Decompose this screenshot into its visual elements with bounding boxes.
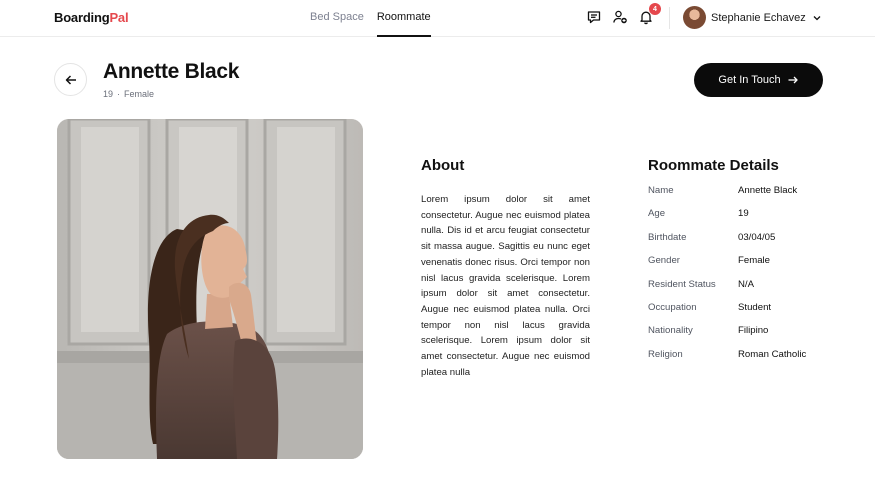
header-actions: 4 (586, 3, 664, 25)
avatar (683, 6, 706, 29)
details-heading: Roommate Details (648, 157, 779, 174)
chevron-down-icon (813, 15, 821, 20)
arrow-right-icon (788, 76, 798, 84)
about-text: Lorem ipsum dolor sit amet consectetur. … (421, 194, 590, 378)
arrow-left-icon (65, 74, 76, 85)
detail-label: Occupation (648, 301, 697, 313)
nav-bed-space[interactable]: Bed Space (310, 0, 364, 37)
user-menu[interactable]: Stephanie Echavez (683, 6, 822, 29)
main-nav: Bed Space Roommate (310, 0, 444, 37)
detail-value: Annette Black (738, 185, 798, 196)
detail-label: Name (648, 185, 674, 196)
profile-age: 19 (103, 89, 114, 99)
header-divider (669, 7, 670, 29)
detail-value: Roman Catholic (738, 348, 807, 360)
get-in-touch-button[interactable]: Get In Touch (694, 63, 823, 97)
get-in-touch-label: Get In Touch (718, 74, 781, 86)
user-add-icon[interactable] (612, 9, 628, 25)
detail-label: Birthdate (648, 231, 687, 243)
detail-label: Gender (648, 255, 680, 267)
detail-label: Religion (648, 348, 683, 360)
nav-roommate[interactable]: Roommate (376, 0, 431, 37)
detail-label: Nationality (648, 325, 693, 337)
user-name: Stephanie Echavez (711, 11, 806, 24)
detail-value: Filipino (738, 325, 769, 337)
detail-value: N/A (738, 278, 754, 290)
top-navbar: BoardingPal Bed Space Roommate 4 Stephan… (0, 0, 875, 37)
detail-value: Student (738, 301, 772, 313)
bell-icon[interactable]: 4 (638, 3, 661, 25)
detail-label: Age (648, 208, 666, 220)
about-heading: About (421, 157, 465, 174)
meta-separator: · (117, 89, 121, 99)
detail-value: 19 (738, 208, 749, 220)
back-button[interactable] (54, 63, 87, 96)
notification-badge: 4 (649, 3, 661, 15)
profile-meta: 19 · Female (103, 89, 154, 99)
page-title: Annette Black (103, 60, 240, 83)
logo-text-boarding: Boarding (54, 10, 110, 25)
detail-value: 03/04/05 (738, 231, 776, 243)
logo-text-pal: Pal (109, 10, 129, 25)
profile-gender: Female (124, 89, 155, 99)
profile-photo (57, 119, 363, 459)
app-logo[interactable]: BoardingPal (54, 10, 129, 25)
chat-icon[interactable] (586, 9, 602, 25)
detail-label: Resident Status (648, 278, 716, 290)
detail-value: Female (738, 255, 770, 267)
